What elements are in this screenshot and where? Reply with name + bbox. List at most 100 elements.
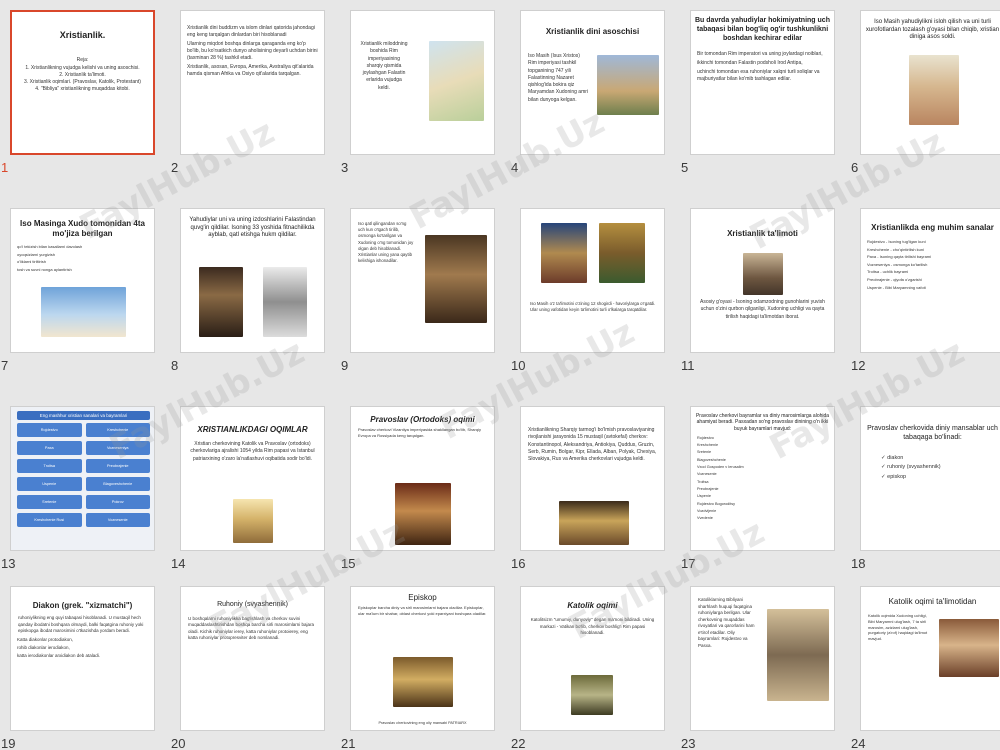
slide-bullet-list: Katta diakonlar protodiakon, rohib diakon… (11, 637, 154, 660)
bullet-item: Uspenie (697, 494, 711, 499)
resurrection-image (233, 499, 273, 543)
crucifixion-image-1 (199, 267, 243, 337)
slide-cell: XRISTIANLIKDAGI OQIMLAR Xristian cherkovi… (170, 396, 325, 571)
bullet-item: Preobrajenie (697, 486, 719, 491)
bullet-item: Bir tomondan Rim imperatori va uning joy… (697, 51, 823, 58)
slide-bullet-list: Rojdestvo Kreshchenie Sretenie Blagoveshche… (691, 436, 834, 522)
slide-body-text: Xristianlikning Sharqiy tarmog'i bo'lmis… (528, 427, 657, 462)
slide-cell: Episkop Episkoplar barcha diniy va sirli … (340, 576, 495, 750)
diagram-box: Preobrajenie (85, 459, 150, 473)
slide-cell: Diakon (grek. "xizmatchi") ruhoniylikning… (0, 576, 155, 750)
slide-thumbnail-2[interactable]: Xristianlik dini buddizm va islom dinlar… (180, 10, 325, 155)
slide-cell: Ruhoniy (svyashennik) U boshqalarni ruhon… (170, 576, 325, 750)
rank-item: ruhoniy (svyashennik) (881, 464, 998, 472)
diagram-row: Kreshchenie Rusi Voznesenie (17, 513, 150, 527)
orthodox-icon-image (395, 483, 451, 545)
slide-title: Iso Masih yahudiylikni isloh qilish va u… (865, 19, 1000, 40)
slide-number: 1 (1, 160, 9, 175)
slide-title: Xristianlik ta'limoti (727, 229, 798, 238)
slide-cell: Xristianlikda eng muhim sanalar Rojdestvo… (850, 198, 1000, 373)
slide-thumbnail-13[interactable]: Eng mashhur xristian sanalari va bayraml… (10, 406, 155, 551)
diagram-box: Kreshchenie Rusi (17, 513, 82, 527)
slide-thumbnail-1[interactable]: Xristianlik. Reja: 1. Xristianlikning vuj… (10, 10, 155, 155)
slide-title: Katolik oqimi ta'limotidan (888, 597, 977, 606)
bullet-item: Voznesenie (697, 472, 717, 477)
slide-number: 22 (511, 736, 526, 750)
diagram-row: Sretenie Pokrov (17, 495, 150, 509)
slide-title: Xristianlik. (59, 30, 106, 40)
bullet-item: Troitsa - uchlik bayrami (867, 269, 909, 275)
jesus-portrait-image (909, 55, 959, 125)
slide-cell: Pravoslav cherkovida diniy mansablar uch… (850, 396, 1000, 571)
slide-thumbnail-3[interactable]: Xristianlik miloddning boshida Rim imper… (350, 10, 495, 155)
bullet-item: Katta diakonlar protodiakon, (17, 636, 74, 642)
slide-thumbnail-17[interactable]: Pravoslav cherkovi bayramlar va diniy ma… (690, 406, 835, 551)
slide-thumbnail-24[interactable]: Katolik oqimi ta'limotidan Katolik oqimid… (860, 586, 1000, 731)
slide-thumbnail-9[interactable]: Iso qatl qilingandan so'ng uch kun o'tga… (350, 208, 495, 353)
bullet-item: Vxod Gospoden v Ierusalim (697, 465, 744, 469)
bullet-item: Vozneseniya - osmonga ko'tarilish (867, 261, 928, 267)
slide-cell: Pravoslav (Ortodoks) oqimi Pravoslav cher… (340, 396, 495, 571)
slide-title: Pravoslav (Ortodoks) oqimi (370, 415, 475, 424)
bullet-item: Rojdestvo Bogoroditsy (697, 501, 735, 506)
bullet-item: Rojdestvo (697, 435, 714, 440)
slide-thumbnail-10[interactable]: Iso Masih o'z ta'limotini o'zining 12 sh… (520, 208, 665, 353)
diagram-header: Eng mashhur xristian sanalari va bayraml… (17, 411, 150, 420)
slide-cell: Iso Masih yahudiylikni isloh qilish va u… (850, 0, 1000, 175)
slide-thumbnail-5[interactable]: Bu davrda yahudiylar hokimiyatning uch t… (690, 10, 835, 155)
slide-thumbnail-20[interactable]: Ruhoniy (svyashennik) U boshqalarni ruhon… (180, 586, 325, 731)
slide-body-text: ruhoniylikning eng quyi tabaqasi hisobla… (18, 615, 144, 634)
slide-cell: Iso Masinga Xudo tomonidan 4ta mo'jiza b… (0, 198, 155, 373)
slide-title: Xristianlik dini asoschisi (545, 27, 640, 36)
slide-title: Diakon (grek. "xizmatchi") (32, 601, 133, 610)
slide-title: Bu davrda yahudiylar hokimiyatning uch t… (695, 17, 830, 42)
slide-cell: Yahudiylar uni va uning izdoshlarini Fal… (170, 198, 325, 373)
diagram-box: Rojdestvo (17, 423, 82, 437)
slide-thumbnail-11[interactable]: Xristianlik ta'limoti Asosiy g'oyasi - Is… (690, 208, 835, 353)
slide-body-text: Katolik oqimida Xudoning uchligi, Bibi M… (868, 613, 928, 642)
slide-bullet-list: qo'l tekizish bilan kasallarni davolash o… (11, 244, 154, 272)
slide-thumbnail-7[interactable]: Iso Masinga Xudo tomonidan 4ta mo'jiza b… (10, 208, 155, 353)
slide-number: 18 (851, 556, 866, 571)
bullet-item: Paxa - Isoning qayta tirilishi bayrami (867, 254, 932, 260)
slide-thumbnail-19[interactable]: Diakon (grek. "xizmatchi") ruhoniylikning… (10, 586, 155, 731)
slide-number: 19 (1, 736, 16, 750)
slide-body-text: Asosiy g'oyasi - Isoning odamzodning gun… (700, 299, 825, 320)
slide-thumbnail-4[interactable]: Xristianlik dini asoschisi Iso Masih (Isu… (520, 10, 665, 155)
bishops-image (393, 657, 453, 707)
slide-thumbnail-21[interactable]: Episkop Episkoplar barcha diniy va sirli … (350, 586, 495, 731)
bullet-item: Vozdvijenie (697, 508, 717, 513)
slide-thumbnail-12[interactable]: Xristianlikda eng muhim sanalar Rojdestvo… (860, 208, 1000, 353)
diagram-box: Pokrov (85, 495, 150, 509)
map-image (429, 41, 484, 121)
bullet-item: Kreshchenie (697, 443, 719, 448)
slide-body-text: Iso Masih o'z ta'limotini o'zining 12 sh… (530, 301, 656, 313)
slide-cell: Katolik oqimi ta'limotidan Katolik oqimid… (850, 576, 1000, 750)
nazareth-image (597, 55, 659, 115)
slide-thumbnail-6[interactable]: Iso Masih yahudiylikni isloh qilish va u… (860, 10, 1000, 155)
slide-thumbnail-8[interactable]: Yahudiylar uni va uning izdoshlarini Fal… (180, 208, 325, 353)
slide-thumbnail-14[interactable]: XRISTIANLIKDAGI OQIMLAR Xristian cherkovi… (180, 406, 325, 551)
jesus-icon-image (425, 235, 487, 323)
slide-thumbnail-22[interactable]: Katolik oqimi Katolitsizm "umumiy, dunyov… (520, 586, 665, 731)
slide-number: 3 (341, 160, 349, 175)
slide-thumbnail-15[interactable]: Pravoslav (Ortodoks) oqimi Pravoslav cher… (350, 406, 495, 551)
slide-thumbnail-16[interactable]: Xristianlikning Sharqiy tarmog'i bo'lmis… (520, 406, 665, 551)
holidays-diagram: Eng mashhur xristian sanalari va bayraml… (17, 411, 150, 531)
bullet-item: katta ierodiakonlar arxidiakon deb atala… (17, 653, 101, 659)
slide-thumbnail-18[interactable]: Pravoslav cherkovida diniy mansablar uch… (860, 406, 1000, 551)
diagram-box: Paxa (17, 441, 82, 455)
diagram-box: Vozneseniya (85, 441, 150, 455)
slide-number: 21 (341, 736, 356, 750)
slide-body-text: Xristianlik miloddning boshida Rim imper… (360, 41, 408, 91)
slide-body-text: Katoliklarning Bibliyani sharhlash huquq… (698, 597, 755, 648)
slide-body-text: Pravoslav cherkovi Vizantiya imperiyasid… (358, 427, 481, 438)
slide-thumbnail-23[interactable]: Katoliklarning Bibliyani sharhlash huquq… (690, 586, 835, 731)
diagram-row: Paxa Vozneseniya (17, 441, 150, 455)
slide-cell: Iso Masih o'z ta'limotini o'zining 12 sh… (510, 198, 665, 373)
bullet-item: Rojdestvo - Isoning tug'ilgan kuni (867, 239, 926, 244)
slide-body-text: Iso Masih (Isus Xristos) Rim imperiyasi … (528, 53, 589, 103)
crucifixion-image-2 (263, 267, 307, 337)
slide-number: 24 (851, 736, 866, 750)
slide-body-text: Katolitsizm "umumiy, dunyoviy" degan ma'… (530, 617, 655, 636)
